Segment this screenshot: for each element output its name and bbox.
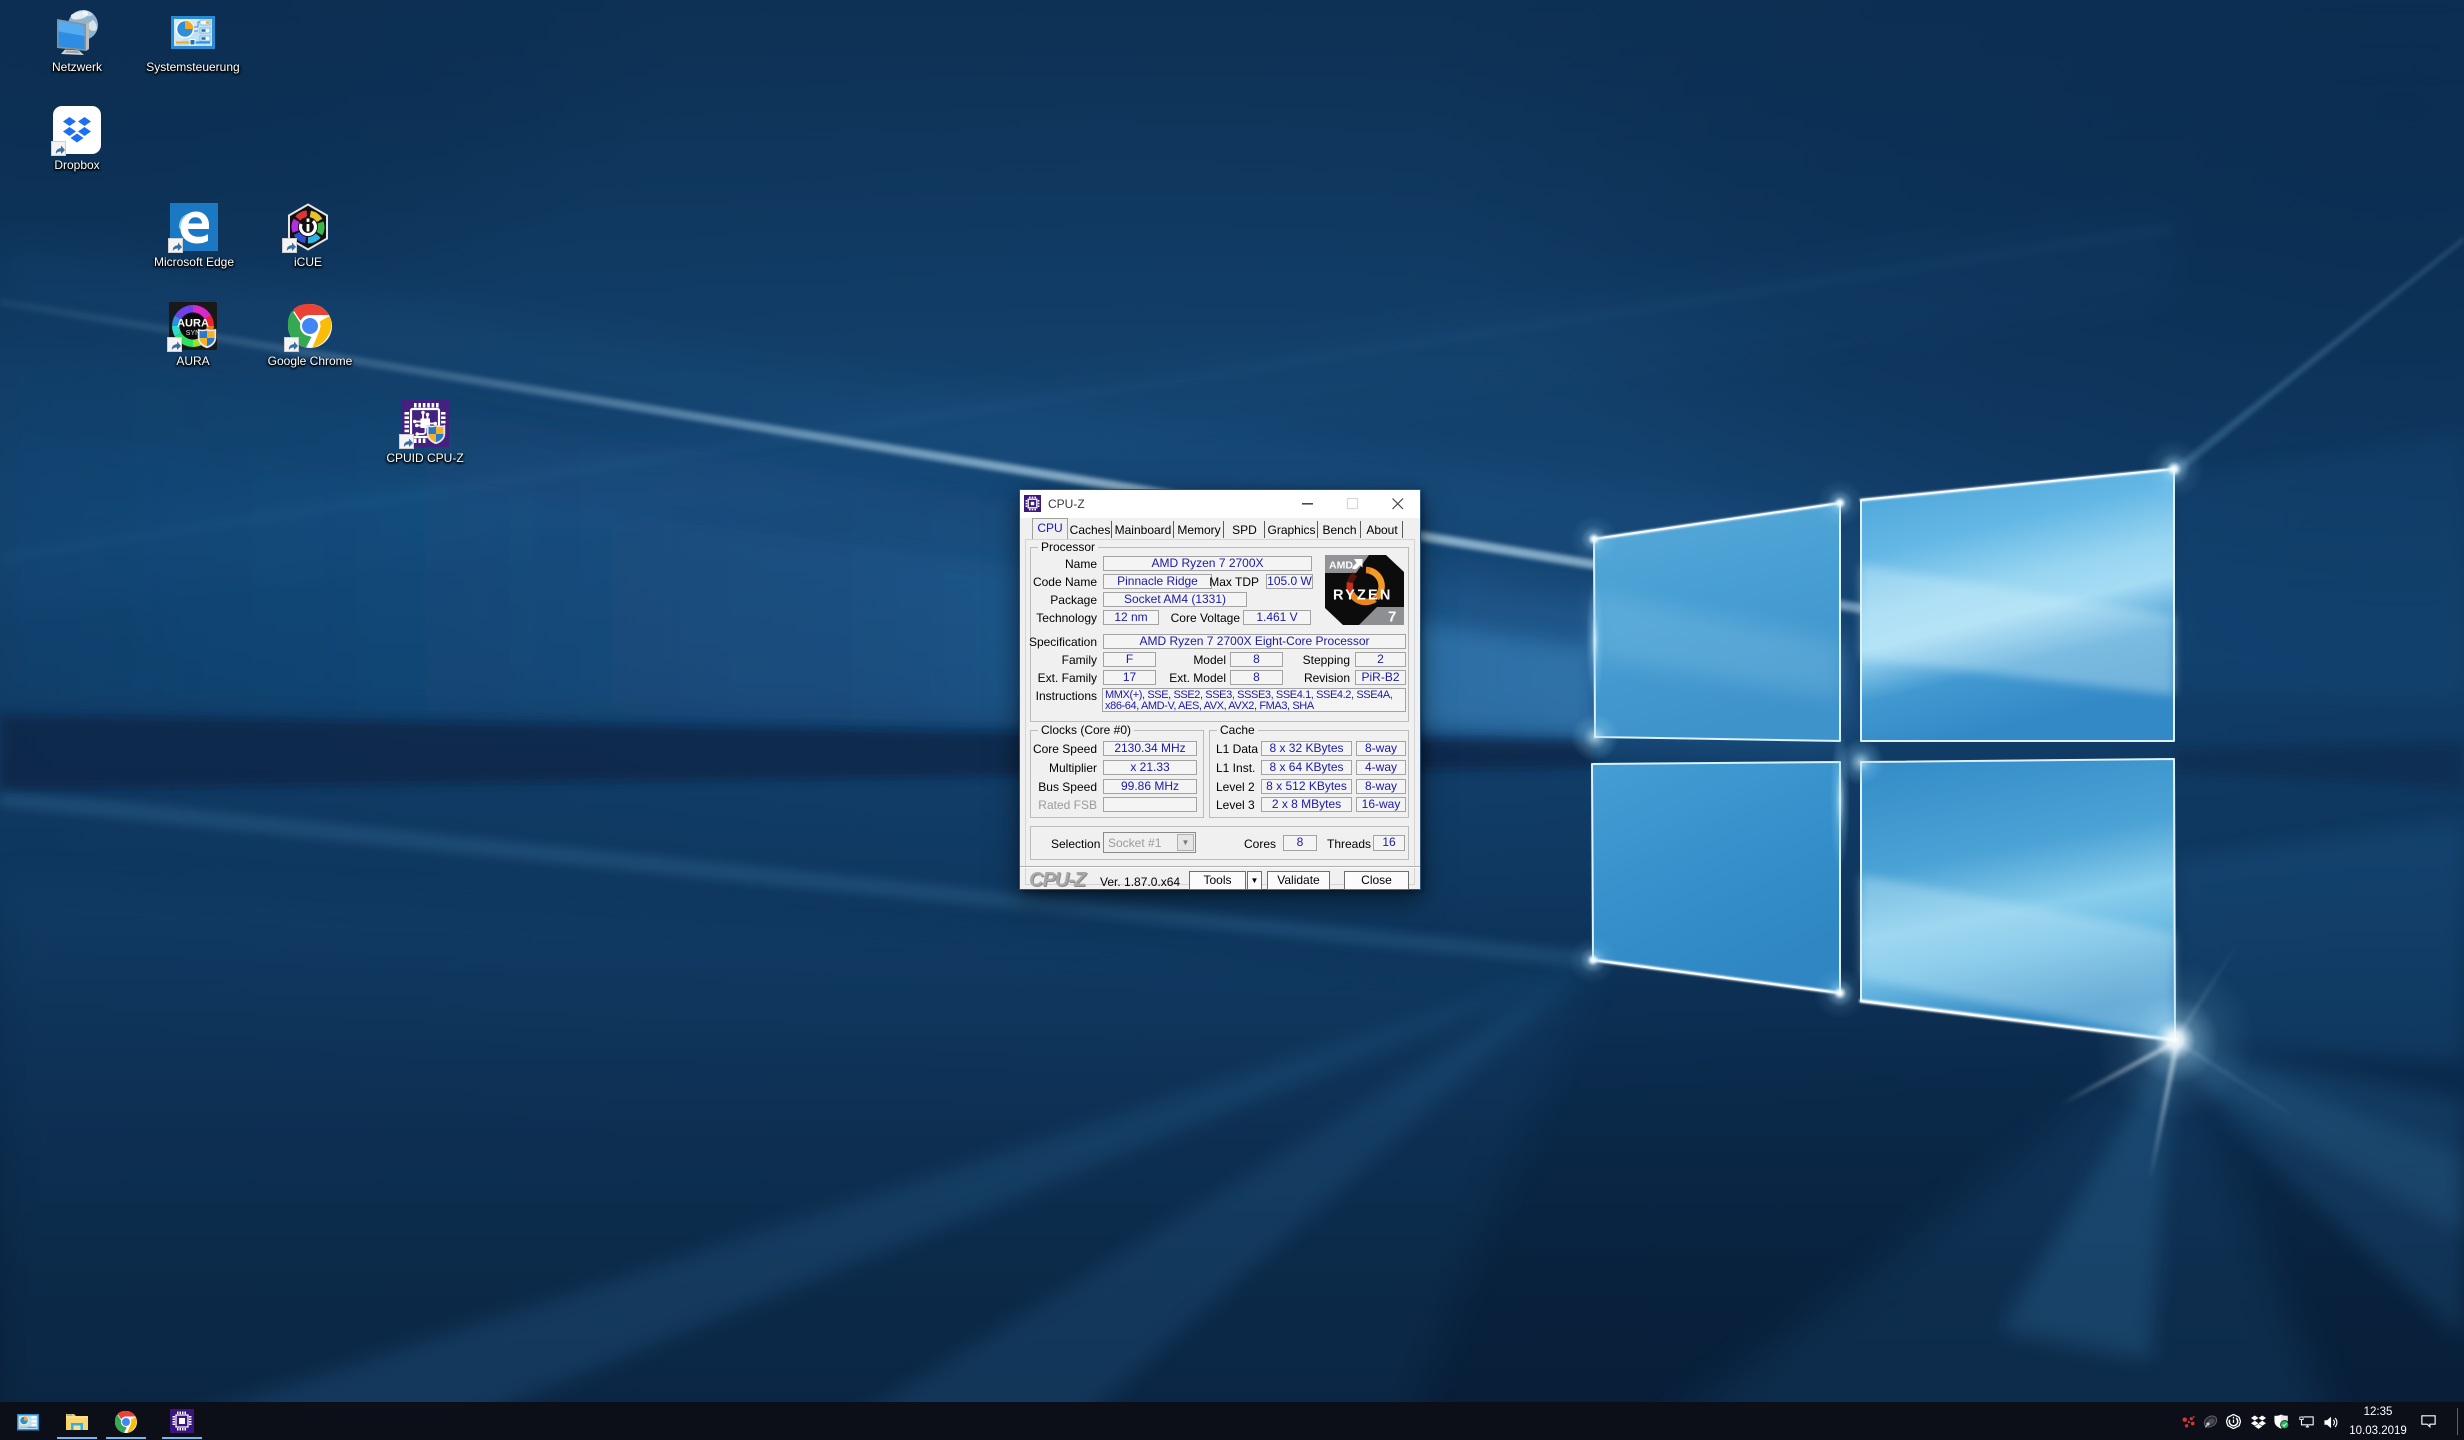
svg-text:RYZEN: RYZEN — [1333, 588, 1393, 604]
svg-text:7: 7 — [1388, 609, 1396, 626]
svg-text:AMD: AMD — [1329, 560, 1353, 572]
svg-text:AURA: AURA — [177, 318, 209, 330]
